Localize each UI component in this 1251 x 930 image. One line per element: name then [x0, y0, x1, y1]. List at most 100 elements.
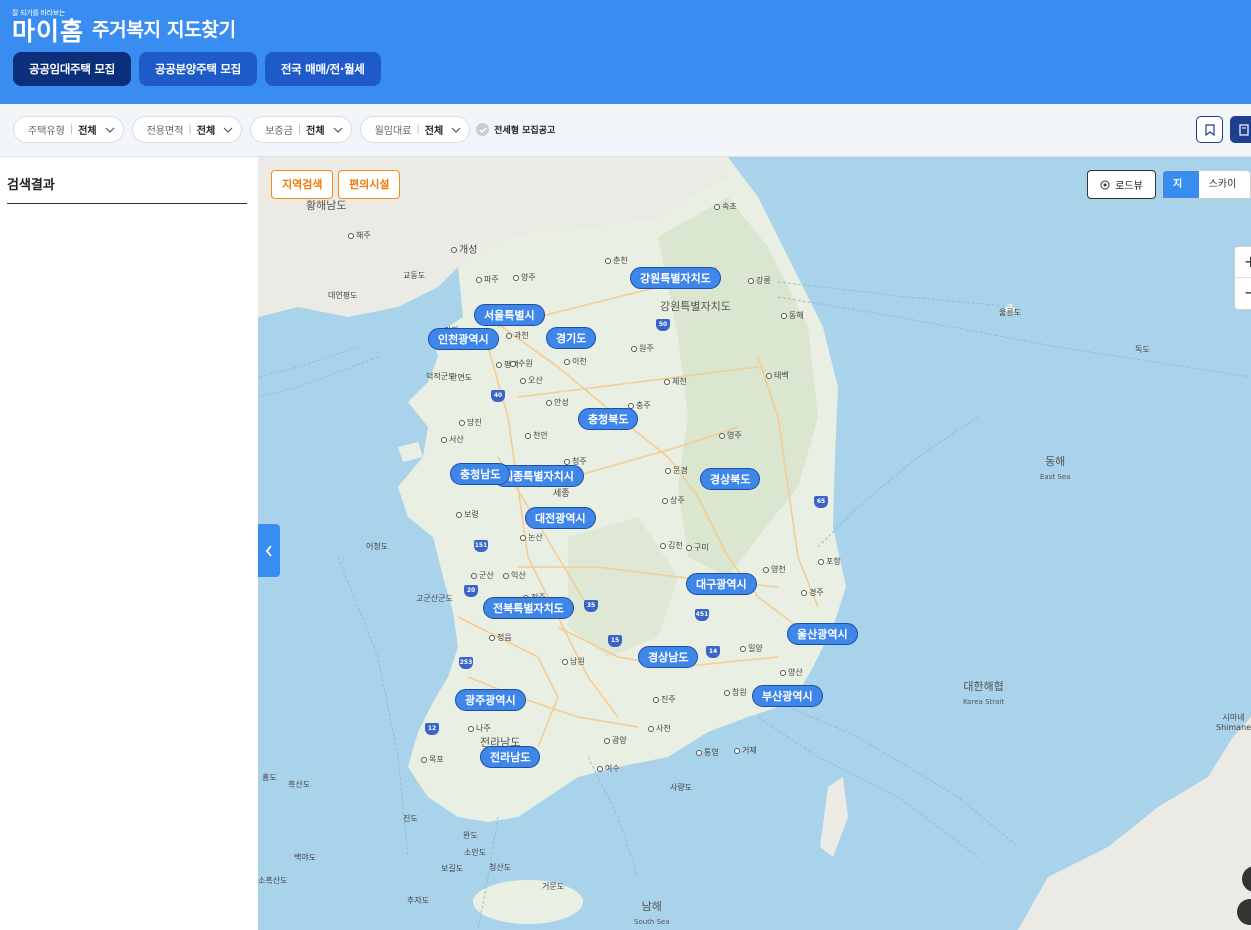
city-label: 보령: [456, 509, 479, 520]
region-marker-chungnam[interactable]: 충청남도: [450, 463, 511, 485]
zoom-control: + −: [1234, 246, 1251, 310]
city-label: 이천: [564, 356, 587, 367]
city-label: 영천: [763, 564, 786, 575]
city-label: 흑산도: [288, 780, 311, 789]
place-label-en: Shimane: [1216, 723, 1251, 732]
city-label: 속초: [714, 201, 737, 212]
highway-shield: 50: [656, 319, 670, 331]
region-marker-gyeongnam[interactable]: 경상남도: [638, 646, 699, 668]
tab-public-sale[interactable]: 공공분양주택 모집: [138, 52, 257, 86]
city-label: 구미: [686, 542, 709, 553]
sea-label: 동해 East Sea: [1040, 453, 1070, 482]
region-marker-incheon[interactable]: 인천광역시: [428, 328, 499, 350]
city-label: 수원: [510, 358, 533, 369]
collapse-panel-button[interactable]: [258, 524, 280, 577]
zoom-out-button[interactable]: −: [1235, 278, 1251, 308]
map-canvas[interactable]: 황해남도 강원특별자치도 전라남도 동해 East Sea 대한해협 Korea S…: [258, 157, 1251, 930]
city-label: 추자도: [407, 896, 430, 905]
city-label: 김천: [660, 540, 683, 551]
sea-label-en: South Sea: [634, 918, 670, 926]
city-label: 논산: [520, 532, 543, 543]
map-province-label: 황해남도: [306, 199, 347, 212]
city-label: 태백: [766, 370, 789, 381]
city-label: 여수: [597, 763, 620, 774]
highway-shield: 14: [706, 646, 720, 658]
calculator-button[interactable]: [1230, 116, 1251, 143]
city-label: 문경: [665, 465, 688, 476]
highway-shield: 151: [474, 540, 488, 552]
check-icon: [476, 123, 490, 136]
city-label: 목포: [421, 754, 444, 765]
region-marker-chungbuk[interactable]: 충청북도: [578, 408, 639, 430]
city-label: 안면도: [450, 373, 473, 382]
city-label: 사천: [648, 723, 671, 734]
region-marker-seoul[interactable]: 서울특별시: [474, 304, 545, 326]
city-label: 경주: [801, 587, 824, 598]
city-label: 천안: [525, 430, 548, 441]
city-label: 춘천: [605, 255, 628, 266]
filter-area[interactable]: 전용면적 | 전체: [131, 116, 243, 143]
city-label: 사량도: [670, 783, 693, 792]
city-label: 익산: [503, 570, 526, 581]
city-label: 고군산군도: [416, 594, 453, 603]
city-label: 개성: [451, 241, 477, 256]
logo-text: 마이홈: [12, 17, 85, 46]
region-marker-daejeon[interactable]: 대전광역시: [525, 507, 596, 529]
tab-nationwide-trade[interactable]: 전국 매매/전·월세: [264, 52, 381, 86]
city-label: 교동도: [403, 271, 426, 280]
highway-shield: 253: [459, 657, 473, 669]
region-marker-busan[interactable]: 부산광역시: [752, 685, 823, 707]
region-marker-gangwon[interactable]: 강원특별자치도: [630, 267, 721, 289]
chevron-left-icon: [265, 544, 272, 557]
roadview-icon: [1100, 180, 1110, 189]
city-label: 진도: [403, 814, 418, 823]
city-label: 영주: [719, 430, 742, 441]
filter-monthly-rent[interactable]: 월임대료 | 전체: [359, 116, 471, 143]
calculator-icon: [1238, 123, 1249, 136]
city-label: 안성: [546, 397, 569, 408]
filter-label: 월임대료: [374, 126, 412, 137]
map-type-map[interactable]: 지도: [1163, 171, 1199, 198]
city-label: 소흑산도: [258, 876, 288, 885]
city-label: 어청도: [366, 542, 389, 551]
city-label: 홍도: [262, 773, 277, 782]
filter-housing-type[interactable]: 주택유형 | 전체: [13, 116, 124, 143]
sea-label-en: Korea Strait: [963, 698, 1005, 706]
region-marker-jeonnam[interactable]: 전라남도: [480, 746, 541, 768]
city-label: 당진: [459, 417, 482, 428]
roadview-button[interactable]: 로드뷰: [1087, 170, 1156, 199]
sea-label-ko: 대한해협: [963, 680, 1004, 693]
logo[interactable]: 잘 되기를 바라보는 마이홈: [12, 9, 84, 46]
region-marker-jeonbuk[interactable]: 전북특별자치도: [483, 597, 574, 619]
zoom-in-button[interactable]: +: [1235, 247, 1251, 278]
region-marker-ulsan[interactable]: 울산광역시: [787, 623, 858, 645]
chevron-down-icon: [105, 127, 115, 133]
city-label: 진주: [653, 694, 676, 705]
sea-label-ko: 동해: [1045, 455, 1066, 468]
filter-label: 주택유형: [28, 126, 65, 137]
city-label: 오산: [520, 375, 543, 386]
region-marker-gyeonggi[interactable]: 경기도: [546, 327, 597, 349]
city-label: 포항: [818, 556, 841, 567]
region-marker-gyeongbuk[interactable]: 경상북도: [700, 468, 761, 490]
city-label: 해주: [348, 230, 371, 241]
region-marker-gwangju[interactable]: 광주광역시: [455, 689, 526, 711]
map-type-skyview[interactable]: 스카이뷰: [1198, 171, 1250, 198]
bookmark-button[interactable]: [1196, 116, 1223, 143]
jeonse-checkbox[interactable]: 전세형 모집공고: [476, 123, 555, 136]
facilities-button[interactable]: 편의시설: [338, 170, 401, 199]
search-results-panel: 검색결과: [0, 157, 258, 930]
city-label: 과천: [506, 330, 529, 341]
region-marker-daegu[interactable]: 대구광역시: [686, 573, 757, 595]
city-label: 파주: [476, 274, 499, 285]
tab-public-rental[interactable]: 공공임대주택 모집: [13, 52, 131, 86]
jeonse-checkbox-label: 전세형 모집공고: [494, 126, 556, 136]
city-label: 울릉도: [999, 308, 1022, 317]
map-type-toggle: 지도 스카이뷰: [1162, 170, 1251, 201]
highway-shield: 20: [464, 585, 478, 597]
area-search-button[interactable]: 지역검색: [271, 170, 334, 199]
filter-deposit[interactable]: 보증금 | 전체: [250, 116, 352, 143]
sea-label-en: East Sea: [1040, 473, 1071, 481]
city-label: 소안도: [464, 848, 487, 857]
filter-bar: 주택유형 | 전체 전용면적 | 전체 보증금 | 전체 월임대료 | 전체 전세형 모…: [0, 104, 1251, 157]
